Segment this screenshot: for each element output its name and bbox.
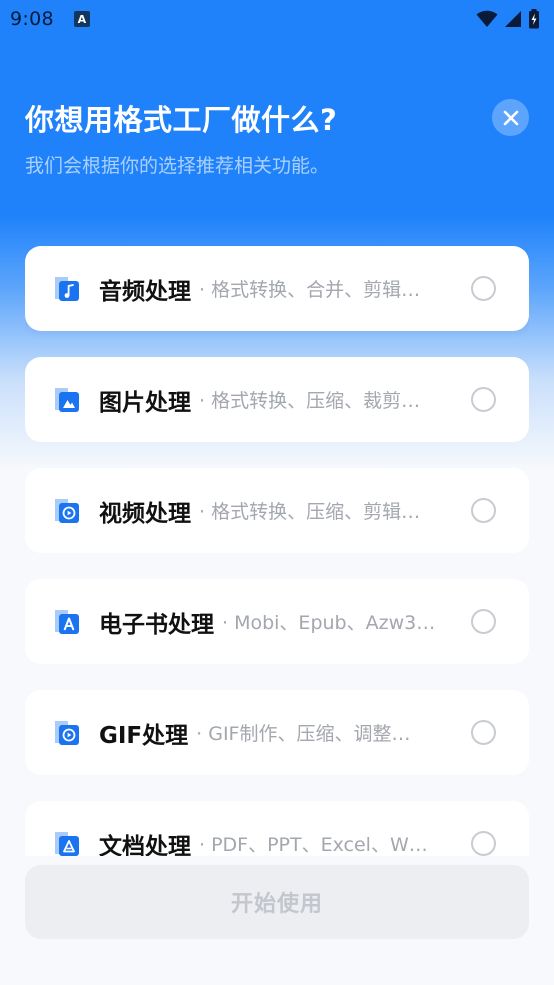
option-description: · 格式转换、合并、剪辑… (199, 279, 421, 301)
image-icon (55, 387, 79, 412)
option-title: 音频处理 (99, 278, 191, 305)
option-title: 文档处理 (99, 833, 191, 857)
option-ebook[interactable]: 电子书处理 · Mobi、Epub、Azw3… (25, 579, 529, 664)
option-list[interactable]: 音频处理 · 格式转换、合并、剪辑… 图片处理 · 格式转换、压缩、裁剪… 视频… (25, 246, 529, 856)
option-description: · 格式转换、压缩、裁剪… (199, 390, 421, 412)
option-image[interactable]: 图片处理 · 格式转换、压缩、裁剪… (25, 357, 529, 442)
option-radio[interactable] (471, 498, 496, 523)
option-radio[interactable] (471, 609, 496, 634)
header: 你想用格式工厂做什么? 我们会根据你的选择推荐相关功能。 (25, 100, 337, 180)
option-title: GIF处理 (99, 722, 189, 749)
gif-icon (55, 720, 79, 745)
page-title: 你想用格式工厂做什么? (25, 103, 338, 137)
option-radio[interactable] (471, 831, 496, 856)
signal-icon (505, 11, 521, 27)
video-icon (55, 498, 79, 523)
option-title: 视频处理 (99, 500, 191, 527)
option-radio[interactable] (471, 720, 496, 745)
option-title: 图片处理 (99, 389, 191, 416)
option-video[interactable]: 视频处理 · 格式转换、压缩、剪辑… (25, 468, 529, 553)
option-audio[interactable]: 音频处理 · 格式转换、合并、剪辑… (25, 246, 529, 331)
option-gif[interactable]: GIF处理 · GIF制作、压缩、调整… (25, 690, 529, 775)
app-notification-icon: A (73, 11, 90, 27)
option-description: · PDF、PPT、Excel、W… (199, 834, 428, 856)
page-subtitle: 我们会根据你的选择推荐相关功能。 (25, 155, 330, 177)
document-icon (55, 831, 79, 856)
status-bar: 9:08 A (0, 0, 554, 38)
close-icon (503, 110, 518, 125)
option-radio[interactable] (471, 276, 496, 301)
wifi-icon (476, 10, 498, 27)
audio-icon (55, 276, 79, 301)
option-description: · 格式转换、压缩、剪辑… (199, 501, 421, 523)
option-title: 电子书处理 (99, 611, 214, 638)
option-description: · GIF制作、压缩、调整… (196, 723, 411, 745)
option-document[interactable]: 文档处理 · PDF、PPT、Excel、W… (25, 801, 529, 856)
start-button[interactable]: 开始使用 (25, 865, 529, 939)
ebook-icon (55, 609, 79, 634)
battery-icon (529, 9, 539, 29)
status-time: 9:08 (10, 8, 54, 30)
option-radio[interactable] (471, 387, 496, 412)
option-description: · Mobi、Epub、Azw3… (222, 612, 436, 634)
close-button[interactable] (492, 99, 529, 136)
